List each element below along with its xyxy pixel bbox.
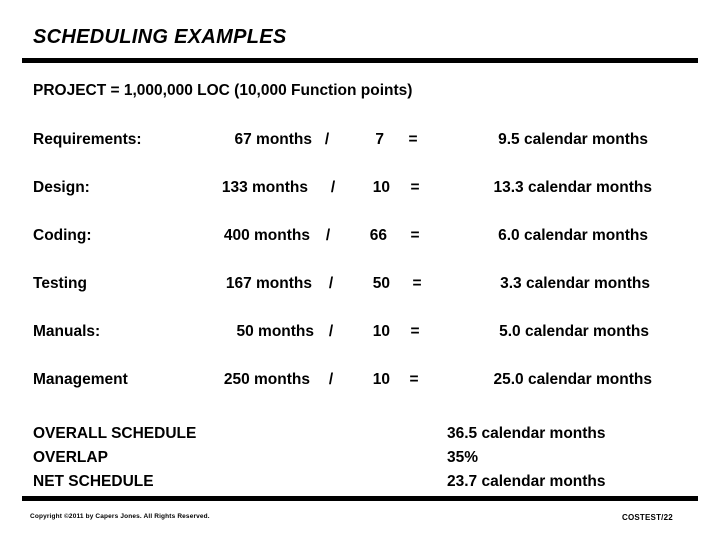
footer-divider <box>22 496 698 501</box>
schedule-table: Requirements: 67 months / 7 = 9.5 calend… <box>0 131 720 419</box>
row-result: 5.0 calendar months <box>499 323 649 340</box>
divide-operator: / <box>328 371 334 388</box>
row-staff-count: 10 <box>372 371 390 388</box>
row-result: 3.3 calendar months <box>500 275 650 292</box>
summary-row-overall-schedule: OVERALL SCHEDULE 36.5 calendar months <box>0 425 720 449</box>
divide-operator: / <box>330 179 336 196</box>
equals-operator: = <box>412 275 422 292</box>
row-label: Testing <box>33 275 87 292</box>
row-effort-months: 400 months <box>223 227 310 244</box>
slide-identifier: COSTEST/22 <box>622 513 673 522</box>
row-label: Requirements: <box>33 131 142 148</box>
row-label: Manuals: <box>33 323 101 340</box>
row-result: 9.5 calendar months <box>498 131 648 148</box>
row-result: 25.0 calendar months <box>493 371 652 388</box>
row-result: 6.0 calendar months <box>498 227 648 244</box>
summary-block: OVERALL SCHEDULE 36.5 calendar months OV… <box>0 425 720 497</box>
row-staff-count: 10 <box>372 323 390 340</box>
row-staff-count: 10 <box>372 179 390 196</box>
summary-value: 36.5 calendar months <box>447 425 606 442</box>
summary-label: NET SCHEDULE <box>33 473 154 490</box>
row-label: Coding: <box>33 227 92 244</box>
summary-label: OVERALL SCHEDULE <box>33 425 197 442</box>
summary-value: 35% <box>447 449 479 466</box>
summary-row-net-schedule: NET SCHEDULE 23.7 calendar months <box>0 473 720 497</box>
row-effort-months: 250 months <box>223 371 310 388</box>
page-title: SCHEDULING EXAMPLES <box>33 26 287 48</box>
table-row: Manuals: 50 months / 10 = 5.0 calendar m… <box>0 323 720 371</box>
divide-operator: / <box>328 323 334 340</box>
row-label: Design: <box>33 179 90 196</box>
title-divider <box>22 58 698 63</box>
row-staff-count: 66 <box>369 227 387 244</box>
row-effort-months: 50 months <box>236 323 314 340</box>
table-row: Coding: 400 months / 66 = 6.0 calendar m… <box>0 227 720 275</box>
summary-value: 23.7 calendar months <box>447 473 606 490</box>
row-label: Management <box>33 371 128 388</box>
row-staff-count: 50 <box>372 275 390 292</box>
divide-operator: / <box>324 131 330 148</box>
row-effort-months: 67 months <box>234 131 312 148</box>
table-row: Management 250 months / 10 = 25.0 calend… <box>0 371 720 419</box>
divide-operator: / <box>325 227 331 244</box>
slide: SCHEDULING EXAMPLES PROJECT = 1,000,000 … <box>0 0 720 540</box>
equals-operator: = <box>410 323 420 340</box>
row-result: 13.3 calendar months <box>493 179 652 196</box>
summary-label: OVERLAP <box>33 449 108 466</box>
project-summary-line: PROJECT = 1,000,000 LOC (10,000 Function… <box>33 82 413 99</box>
row-staff-count: 7 <box>375 131 384 148</box>
equals-operator: = <box>410 227 420 244</box>
equals-operator: = <box>410 179 420 196</box>
equals-operator: = <box>409 371 419 388</box>
table-row: Requirements: 67 months / 7 = 9.5 calend… <box>0 131 720 179</box>
equals-operator: = <box>408 131 418 148</box>
divide-operator: / <box>328 275 334 292</box>
row-effort-months: 133 months <box>221 179 308 196</box>
row-effort-months: 167 months <box>225 275 312 292</box>
table-row: Testing 167 months / 50 = 3.3 calendar m… <box>0 275 720 323</box>
copyright-notice: Copyright ©2011 by Capers Jones. All Rig… <box>30 513 210 520</box>
summary-row-overlap: OVERLAP 35% <box>0 449 720 473</box>
table-row: Design: 133 months / 10 = 13.3 calendar … <box>0 179 720 227</box>
